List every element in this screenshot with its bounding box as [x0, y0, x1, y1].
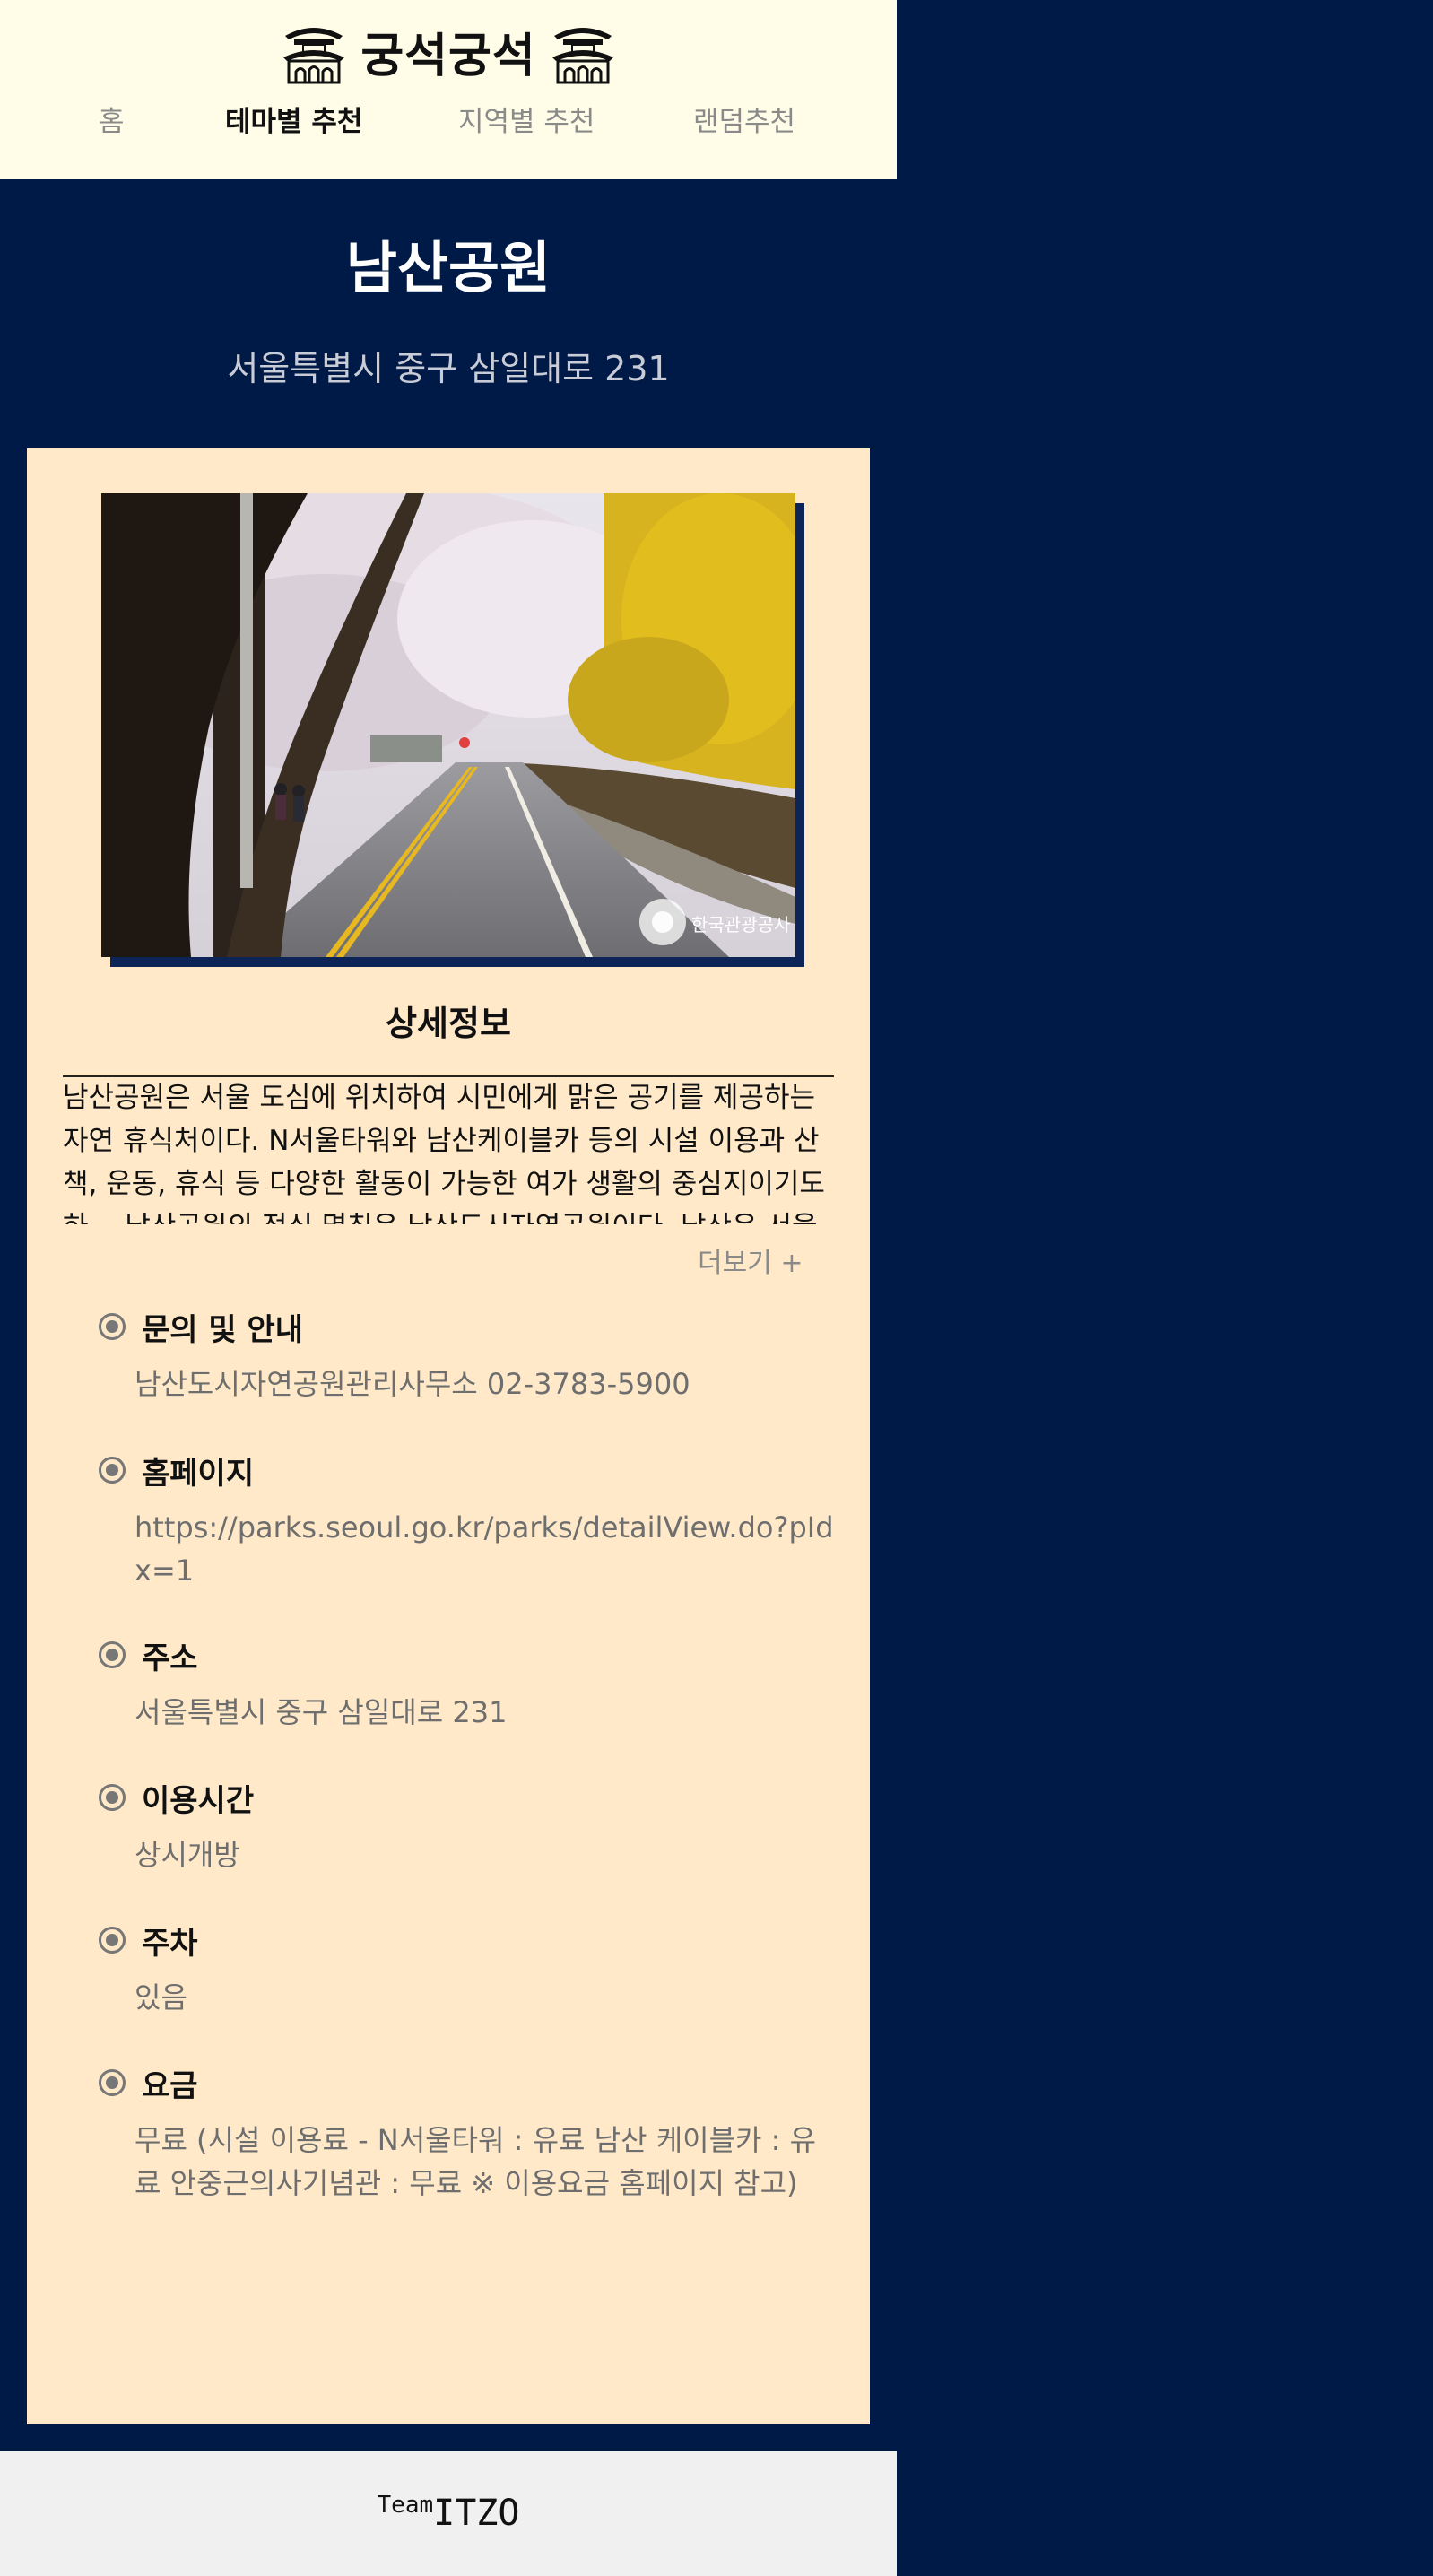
info-label: 이용시간	[142, 1782, 255, 1819]
footer-team-label: Team	[377, 2492, 434, 2519]
homepage-link[interactable]: https://parks.seoul.go.kr/parks/detailVi…	[135, 1506, 834, 1592]
info-fee: 요금 무료 (시설 이용료 - N서울타워 : 유료 남산 케이블카 : 유료 …	[99, 2063, 834, 2205]
detail-heading: 상세정보	[386, 1004, 511, 1043]
radio-bullet-icon	[99, 1784, 126, 1811]
place-photo-frame: 한국관광공사	[101, 493, 804, 967]
place-photo: 한국관광공사	[101, 493, 795, 957]
info-label: 주소	[142, 1640, 198, 1676]
footer-team-name: ITZO	[433, 2493, 520, 2534]
site-footer: TeamITZO	[0, 2451, 897, 2576]
palace-gate-icon	[551, 28, 613, 84]
radio-bullet-icon	[99, 1641, 126, 1668]
more-button[interactable]: 더보기 +	[698, 1240, 803, 1280]
nav-home[interactable]: 홈	[99, 99, 125, 139]
info-value: 서울특별시 중구 삼일대로 231	[135, 1695, 508, 1729]
info-hours: 이용시간 상시개방	[99, 1778, 834, 1876]
info-contact: 문의 및 안내 남산도시자연공원관리사무소 02-3783-5900	[99, 1307, 834, 1405]
info-label: 문의 및 안내	[142, 1311, 304, 1348]
info-label: 주차	[142, 1925, 198, 1962]
place-photo-image: 한국관광공사	[101, 493, 795, 957]
palace-gate-icon	[283, 28, 345, 84]
info-label: 홈페이지	[142, 1455, 255, 1492]
main-nav: 홈 테마별 추천 지역별 추천 랜덤추천	[0, 99, 897, 145]
info-value: 무료 (시설 이용료 - N서울타워 : 유료 남산 케이블카 : 유료 안중근…	[135, 2123, 817, 2200]
radio-bullet-icon	[99, 2069, 126, 2096]
brand-name: 궁석궁석	[360, 29, 536, 83]
page: 궁석궁석 홈 테마별 추천 지역별 추천 랜덤추천 남산공원 서울특별시 중구 …	[0, 0, 897, 2576]
radio-bullet-icon	[99, 1313, 126, 1340]
place-address: 서울특별시 중구 삼일대로 231	[227, 349, 670, 388]
radio-bullet-icon	[99, 1457, 126, 1484]
info-label: 요금	[142, 2067, 198, 2104]
detail-card: 한국관광공사 상세정보 남산공원은 서울 도심에 위치하여 시민에게 맑은 공기…	[27, 448, 870, 2424]
info-homepage: 홈페이지 https://parks.seoul.go.kr/parks/det…	[99, 1450, 834, 1592]
info-parking: 주차 있음	[99, 1920, 834, 2019]
info-value: 상시개방	[135, 1838, 240, 1872]
info-address: 주소 서울특별시 중구 삼일대로 231	[99, 1635, 834, 1734]
nav-theme[interactable]: 테마별 추천	[225, 99, 362, 139]
footer-credit: TeamITZO	[0, 2492, 897, 2534]
nav-random[interactable]: 랜덤추천	[693, 99, 795, 139]
overview-text: 남산공원은 서울 도심에 위치하여 시민에게 맑은 공기를 제공하는 자연 휴식…	[63, 1082, 825, 1224]
photo-watermark: 한국관광공사	[691, 914, 790, 936]
site-logo[interactable]: 궁석궁석	[0, 16, 897, 86]
nav-region[interactable]: 지역별 추천	[458, 99, 595, 139]
radio-bullet-icon	[99, 1927, 126, 1954]
place-title: 남산공원	[345, 235, 551, 300]
info-value: 있음	[135, 1980, 187, 2015]
info-value: 남산도시자연공원관리사무소 02-3783-5900	[135, 1367, 690, 1401]
site-header: 궁석궁석 홈 테마별 추천 지역별 추천 랜덤추천	[0, 0, 897, 179]
